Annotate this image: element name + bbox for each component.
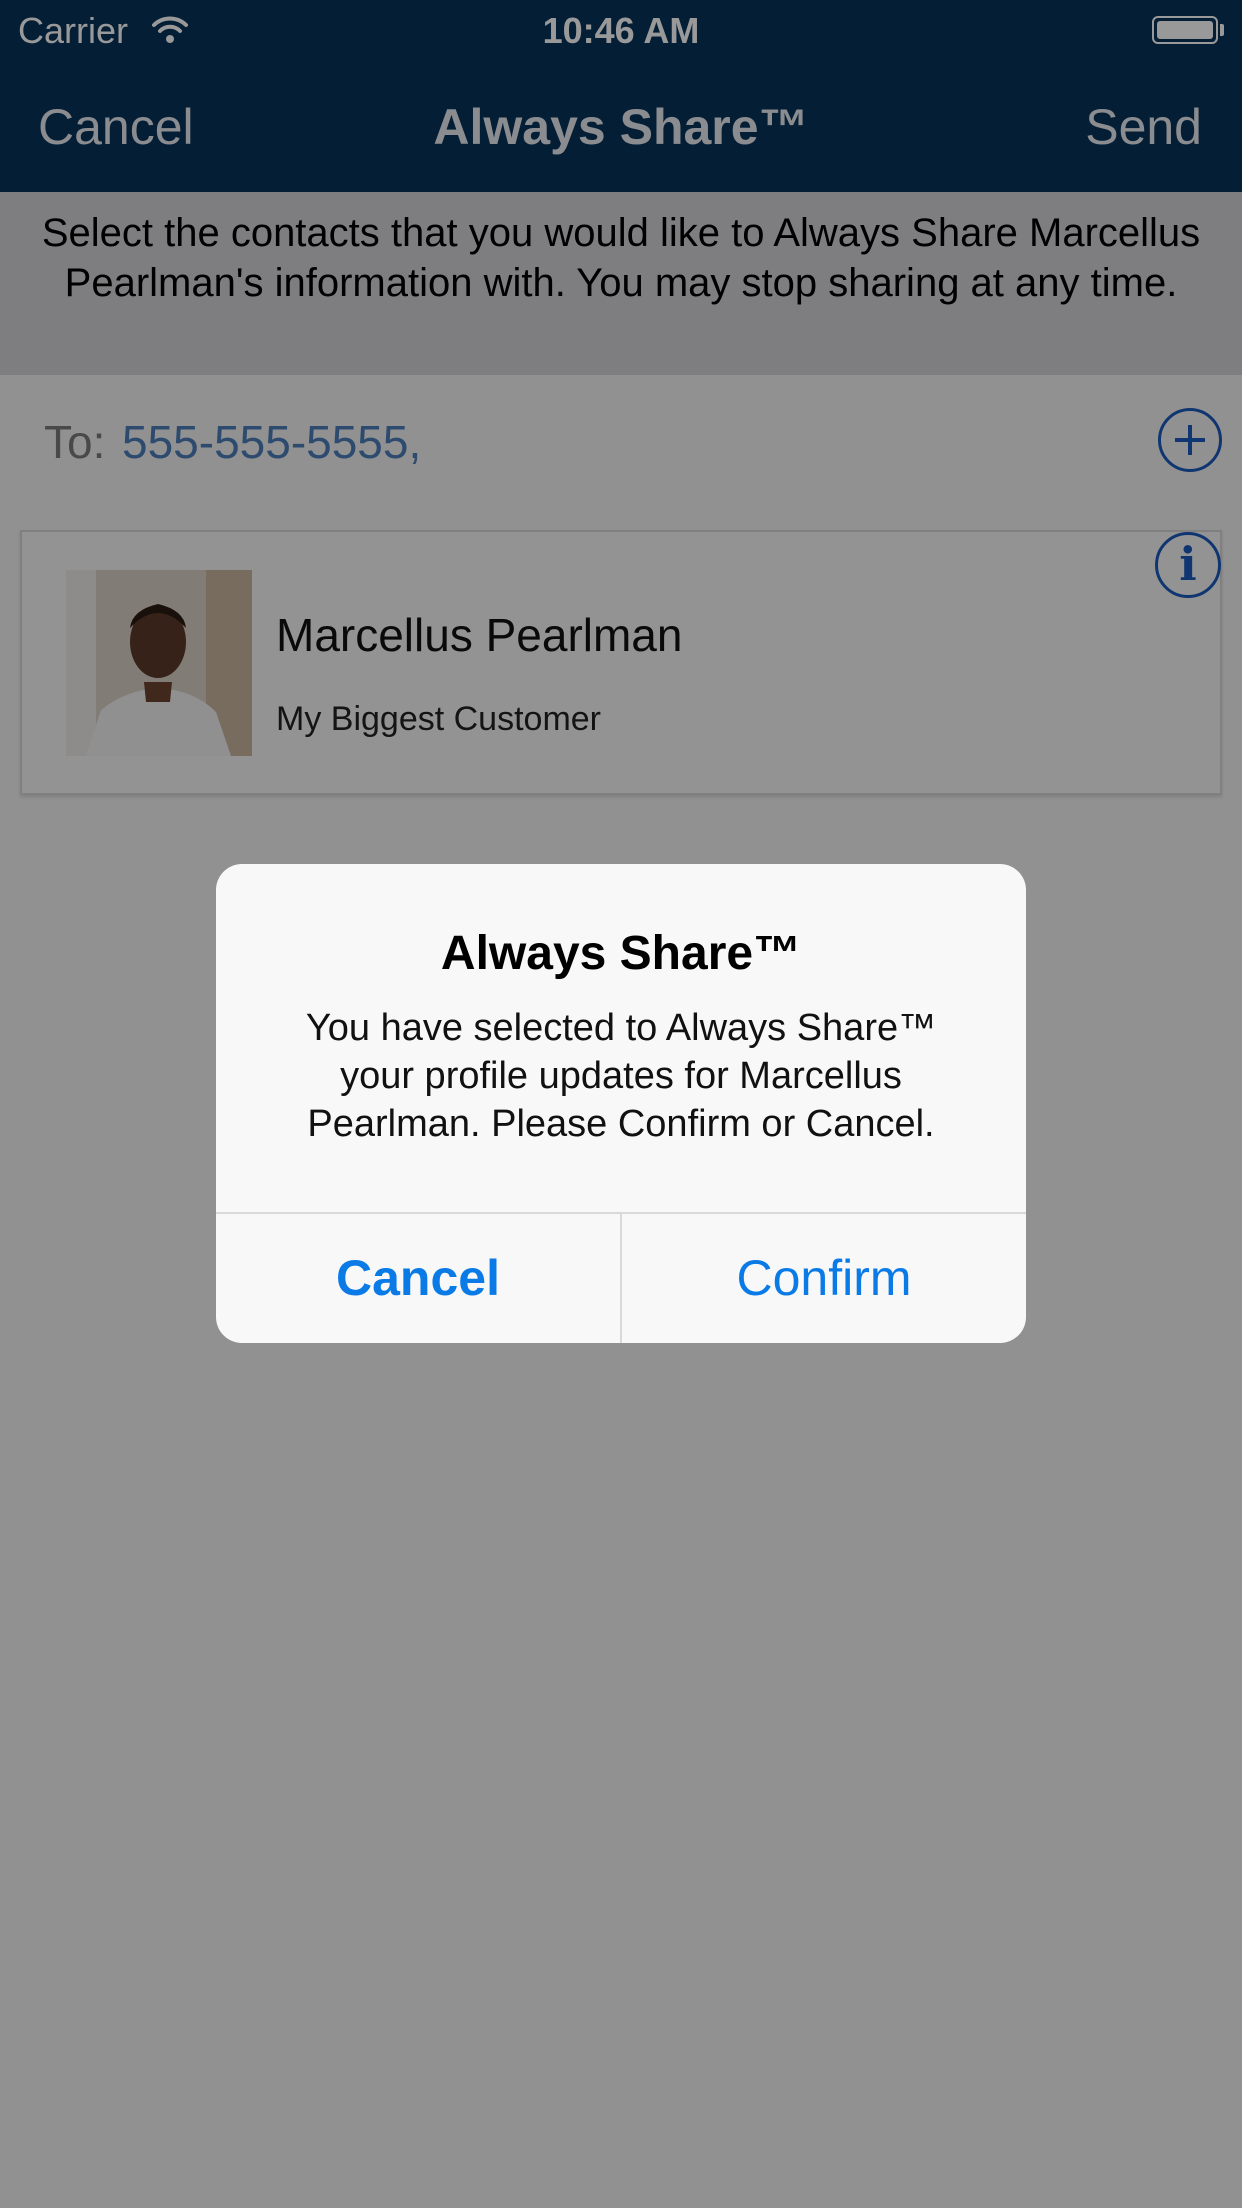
dialog-cancel-button[interactable]: Cancel	[216, 1214, 620, 1343]
dialog-confirm-button[interactable]: Confirm	[622, 1214, 1026, 1343]
confirm-dialog: Always Share™ You have selected to Alway…	[216, 864, 1026, 1343]
dialog-title: Always Share™	[440, 927, 802, 980]
screen: Carrier 10:46 AM Cancel Always Share™ Se…	[0, 0, 1242, 2208]
dialog-message: You have selected to Always Share™ your …	[305, 1007, 937, 1145]
